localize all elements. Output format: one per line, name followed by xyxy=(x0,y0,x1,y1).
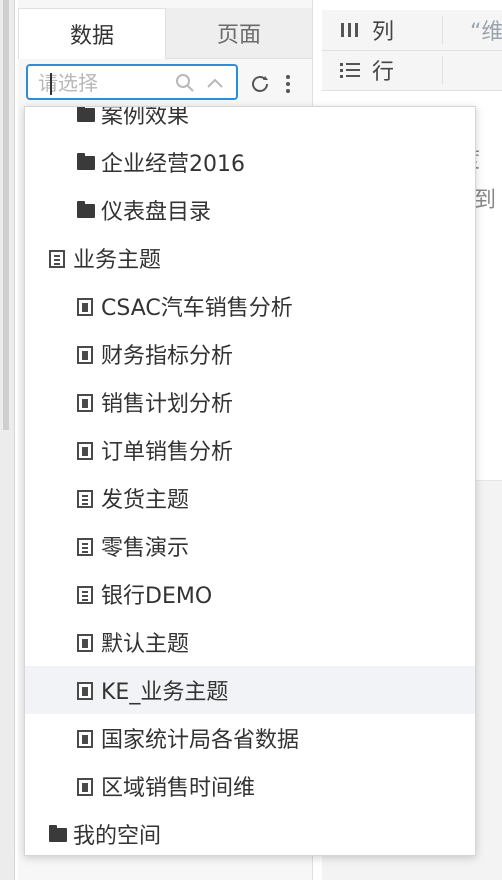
tree-theme-item[interactable]: 默认主题 xyxy=(25,618,475,666)
dataset-select[interactable] xyxy=(26,64,238,100)
shelf-divider xyxy=(442,16,443,44)
tree-folder-item[interactable]: 我的空间 xyxy=(25,810,475,855)
tree-theme-item[interactable]: CSAC汽车销售分析 xyxy=(25,282,475,330)
shelf-header: 列 “维 行 xyxy=(322,10,502,91)
folder-icon xyxy=(49,825,67,842)
business-theme-icon xyxy=(77,586,95,604)
business-theme-icon xyxy=(77,634,95,652)
rows-icon xyxy=(340,63,360,78)
rows-shelf[interactable]: 行 xyxy=(322,50,502,90)
tree-item-label: 业务主题 xyxy=(73,248,162,273)
search-row xyxy=(26,64,306,104)
columns-shelf[interactable]: 列 “维 xyxy=(322,10,502,51)
more-vertical-icon[interactable] xyxy=(282,72,294,96)
rows-label: 行 xyxy=(372,60,395,85)
folder-icon xyxy=(77,201,95,218)
search-icon[interactable] xyxy=(174,72,196,94)
columns-label: 列 xyxy=(372,20,395,45)
business-theme-icon xyxy=(77,778,95,796)
chevron-up-icon[interactable] xyxy=(204,72,226,94)
dimension-hint: “维 xyxy=(470,20,502,45)
dataset-tree-dropdown[interactable]: 案例效果企业经营2016 仪表盘目录业务主题 CSAC汽车销售分析 财务指标分析 销售计… xyxy=(24,106,476,856)
tree-item-label: 我的空间 xyxy=(73,824,162,849)
tree-item-label: 案例效果 xyxy=(101,106,190,129)
tree-folder-item[interactable]: 案例效果 xyxy=(25,106,475,138)
tab-data[interactable]: 数据 xyxy=(18,8,166,59)
tab-page[interactable]: 页面 xyxy=(166,8,312,59)
columns-icon xyxy=(341,23,358,37)
text-cursor xyxy=(50,73,52,95)
business-theme-icon xyxy=(77,490,95,508)
left-scroll-rail[interactable] xyxy=(0,0,15,880)
business-theme-icon xyxy=(77,442,95,460)
business-theme-icon xyxy=(77,538,95,556)
tree-item-label: 财务指标分析 xyxy=(101,344,234,369)
business-theme-icon xyxy=(77,730,95,748)
business-theme-icon xyxy=(77,682,95,700)
tree-folder-item[interactable]: 企业经营2016 xyxy=(25,138,475,186)
dataset-select-input[interactable] xyxy=(36,68,150,98)
tree-theme-item[interactable]: 订单销售分析 xyxy=(25,426,475,474)
business-theme-icon xyxy=(77,394,95,412)
tree-item-label: 零售演示 xyxy=(101,536,190,561)
refresh-icon[interactable] xyxy=(248,72,272,96)
tree-theme-item[interactable]: 销售计划分析 xyxy=(25,378,475,426)
tree-item-label: 企业经营2016 xyxy=(101,152,245,177)
tree-item-label: 国家统计局各省数据 xyxy=(101,728,300,753)
shelf-divider xyxy=(442,56,443,84)
tree-theme-item[interactable]: KE_业务主题 xyxy=(25,666,475,714)
tree-theme-item[interactable]: 业务主题 xyxy=(25,234,475,282)
business-theme-icon xyxy=(77,298,95,316)
tree-theme-item[interactable]: 银行DEMO xyxy=(25,570,475,618)
tree-theme-item[interactable]: 零售演示 xyxy=(25,522,475,570)
tree-item-label: 默认主题 xyxy=(101,632,190,657)
panel-tabs: 数据 页面 xyxy=(18,8,312,59)
left-scrollbar-thumb[interactable] xyxy=(3,0,9,430)
tree-item-label: 仪表盘目录 xyxy=(101,200,212,225)
folder-icon xyxy=(77,107,95,122)
business-theme-icon xyxy=(77,346,95,364)
tree-item-label: 银行DEMO xyxy=(101,584,213,609)
tree-theme-item[interactable]: 财务指标分析 xyxy=(25,330,475,378)
tree-folder-item[interactable]: 仪表盘目录 xyxy=(25,186,475,234)
tree-theme-item[interactable]: 区域销售时间维 xyxy=(25,762,475,810)
folder-icon xyxy=(77,153,95,170)
tree-item-label: 发货主题 xyxy=(101,488,190,513)
tree-item-label: 区域销售时间维 xyxy=(101,776,256,801)
tree-item-label: KE_业务主题 xyxy=(101,680,229,705)
tree-item-label: CSAC汽车销售分析 xyxy=(101,296,293,321)
tree-item-label: 销售计划分析 xyxy=(101,392,234,417)
tree-item-label: 订单销售分析 xyxy=(101,440,234,465)
business-theme-icon xyxy=(49,250,67,268)
tree-theme-item[interactable]: 发货主题 xyxy=(25,474,475,522)
tree-theme-item[interactable]: 国家统计局各省数据 xyxy=(25,714,475,762)
